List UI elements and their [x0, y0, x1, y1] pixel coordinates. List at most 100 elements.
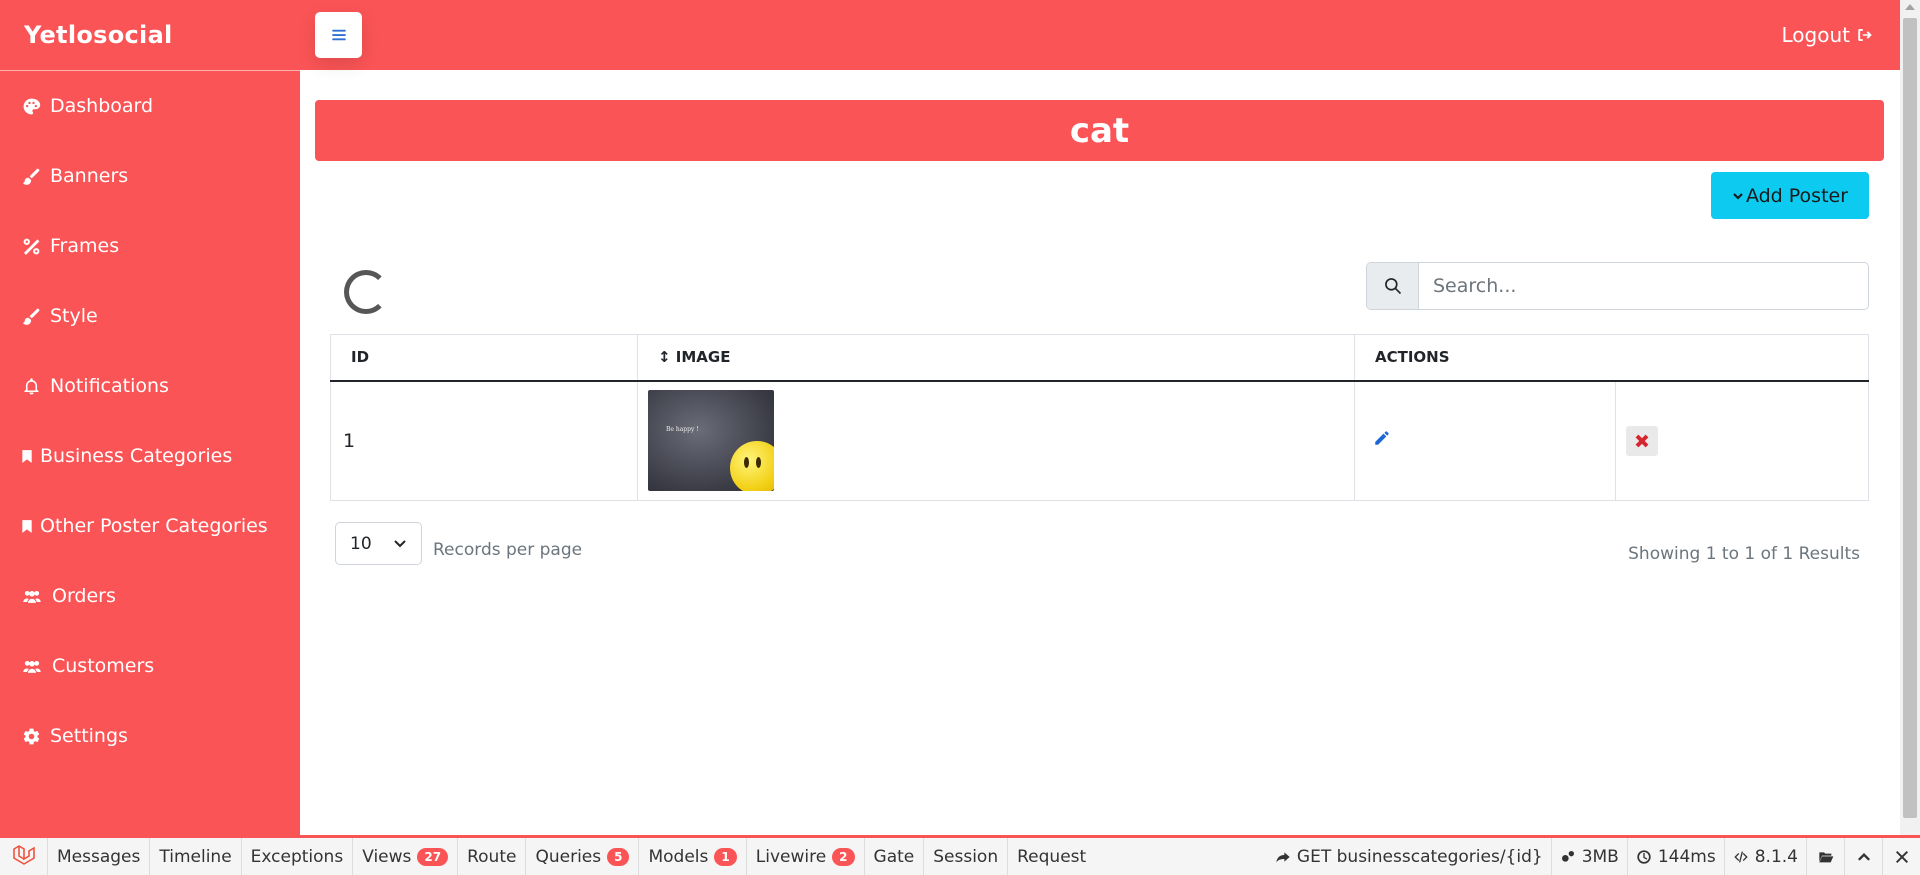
debugbar-restore-button[interactable] [1844, 838, 1882, 875]
cell-edit-action [1354, 380, 1616, 501]
brush-icon [20, 307, 42, 326]
close-icon [1635, 434, 1649, 448]
records-per-page-label: Records per page [433, 540, 583, 560]
debugbar-tab-label: Route [467, 846, 517, 867]
sidebar-item-orders[interactable]: Orders [0, 561, 300, 631]
gear-icon [20, 727, 42, 746]
brush-icon [20, 167, 42, 186]
poster-thumbnail-text: Be happy ! [666, 426, 699, 434]
share-icon [1276, 851, 1290, 862]
count-badge: 27 [417, 847, 449, 866]
debugbar-tab-label: Timeline [159, 846, 232, 867]
sidebar-item-customers[interactable]: Customers [0, 631, 300, 701]
cogs-icon [1561, 850, 1574, 862]
bookmark-icon [20, 517, 34, 536]
hamburger-icon [331, 29, 346, 41]
search-input[interactable] [1419, 263, 1868, 309]
sidebar-item-notifications[interactable]: Notifications [0, 351, 300, 421]
records-per-page-value: 10 [350, 533, 372, 554]
debugbar-tab-label: Gate [873, 846, 915, 867]
logout-link[interactable]: Logout [1782, 23, 1874, 47]
sidebar-item-other-poster-categories[interactable]: Other Poster Categories [0, 491, 300, 561]
column-header-image[interactable]: ↕ IMAGE [637, 334, 1355, 382]
add-poster-label: Add Poster [1745, 184, 1849, 207]
records-per-page-select[interactable]: 10 [335, 522, 422, 565]
debugbar-tab-gate[interactable]: Gate [865, 838, 925, 875]
delete-button[interactable] [1626, 425, 1658, 456]
debugbar-time-label: 144ms [1657, 846, 1716, 867]
debugbar-tab-queries[interactable]: Queries 5 [526, 838, 640, 875]
debugbar-tab-messages[interactable]: Messages [48, 838, 151, 875]
debugbar-tab-session[interactable]: Session [924, 838, 1009, 875]
smiley-graphic [730, 441, 774, 492]
sidebar-item-banners[interactable]: Banners [0, 141, 300, 211]
sidebar-toggle-button[interactable] [315, 12, 362, 58]
sidebar-item-settings[interactable]: Settings [0, 701, 300, 771]
search-group [1366, 262, 1869, 310]
sidebar-item-frames[interactable]: Frames [0, 211, 300, 281]
add-poster-button[interactable]: Add Poster [1711, 172, 1869, 219]
brand-logo[interactable]: Yetlosocial [0, 0, 300, 71]
debugbar-php-version[interactable]: 8.1.4 [1723, 838, 1806, 875]
results-summary: Showing 1 to 1 of 1 Results [1628, 544, 1860, 564]
table-row: 1 Be happy ! [330, 380, 1869, 501]
sidebar-item-business-categories[interactable]: Business Categories [0, 421, 300, 491]
debugbar-stats: GET businesscategories/{id} 3MB 144ms 8.… [1267, 838, 1920, 875]
clock-icon [1637, 849, 1651, 864]
scroll-up-arrow-icon[interactable] [1905, 4, 1915, 10]
page-title-banner: cat [315, 100, 1884, 161]
palette-icon [20, 97, 42, 116]
pencil-icon[interactable] [1373, 430, 1391, 452]
users-icon [20, 657, 44, 676]
count-badge: 5 [607, 847, 630, 866]
debugbar-tab-route[interactable]: Route [458, 838, 527, 875]
scrollbar-thumb[interactable] [1903, 18, 1917, 818]
cell-image: Be happy ! [637, 380, 1355, 501]
chevron-down-icon [394, 540, 406, 548]
sidebar-item-label: Notifications [50, 375, 169, 397]
sidebar: Yetlosocial Dashboard Banners Frames Sty… [0, 0, 300, 835]
debugbar-tab-label: Views [362, 846, 412, 867]
debugbar-tab-exceptions[interactable]: Exceptions [242, 838, 354, 875]
percent-icon [20, 237, 42, 256]
top-navbar: Logout [300, 0, 1900, 70]
debugbar-close-button[interactable] [1882, 838, 1920, 875]
column-header-id[interactable]: ID [330, 334, 638, 382]
sidebar-item-style[interactable]: Style [0, 281, 300, 351]
sidebar-item-label: Banners [50, 165, 129, 187]
sidebar-item-dashboard[interactable]: Dashboard [0, 71, 300, 141]
bookmark-icon [20, 447, 34, 466]
count-badge: 2 [832, 847, 855, 866]
sidebar-nav: Dashboard Banners Frames Style Notificat… [0, 71, 300, 771]
debugbar-tab-request[interactable]: Request [1008, 838, 1095, 875]
posters-table: ID ↕ IMAGE ACTIONS 1 Be happy ! [330, 334, 1869, 501]
debugbar-php-version-label: 8.1.4 [1754, 846, 1798, 867]
debugbar-tab-timeline[interactable]: Timeline [150, 838, 242, 875]
sidebar-item-label: Settings [50, 725, 128, 747]
laravel-logo-icon[interactable] [0, 838, 48, 875]
table-header-row: ID ↕ IMAGE ACTIONS [330, 334, 1869, 382]
poster-thumbnail[interactable]: Be happy ! [648, 390, 774, 492]
debugbar-route[interactable]: GET businesscategories/{id} [1267, 838, 1551, 875]
debugbar-route-label: GET businesscategories/{id} [1296, 846, 1543, 867]
smiley-eye [744, 457, 749, 469]
debugbar-memory-label: 3MB [1581, 846, 1619, 867]
chevron-up-icon [1857, 852, 1870, 861]
debugbar-memory[interactable]: 3MB [1550, 838, 1627, 875]
code-icon [1734, 851, 1748, 862]
debugbar-time[interactable]: 144ms [1626, 838, 1724, 875]
debugbar: Messages Timeline Exceptions Views 27 Rou… [0, 835, 1920, 875]
folder-open-icon [1818, 851, 1833, 862]
sidebar-item-label: Style [50, 305, 98, 327]
debugbar-tab-views[interactable]: Views 27 [353, 838, 459, 875]
sidebar-item-label: Customers [52, 655, 155, 677]
sidebar-item-label: Orders [52, 585, 116, 607]
debugbar-tab-label: Session [933, 846, 999, 867]
close-icon [1895, 850, 1908, 863]
debugbar-open-button[interactable] [1806, 838, 1844, 875]
page-scrollbar[interactable] [1900, 0, 1920, 835]
debugbar-tab-livewire[interactable]: Livewire 2 [747, 838, 865, 875]
debugbar-tab-models[interactable]: Models 1 [639, 838, 747, 875]
cell-delete-action [1615, 380, 1869, 501]
debugbar-tab-label: Livewire [755, 846, 827, 867]
